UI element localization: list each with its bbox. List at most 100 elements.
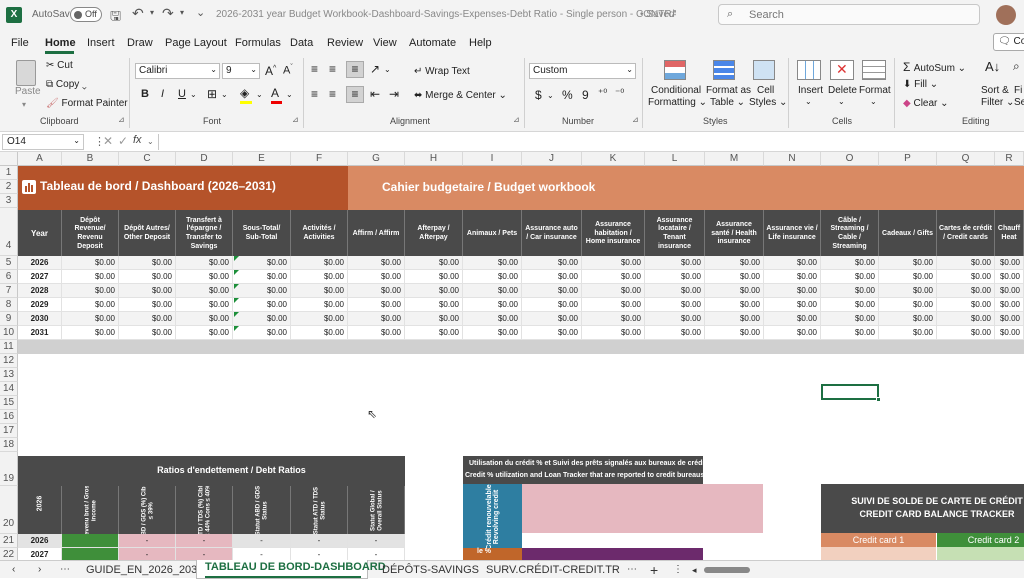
find-select-label2[interactable]: Se — [1014, 97, 1024, 108]
wrap-text-button[interactable]: ↵ Wrap Text — [414, 66, 470, 77]
currency-cell[interactable]: $0.00 — [233, 256, 291, 270]
fill-button[interactable]: ⬇ Fill ⌄ — [903, 79, 938, 90]
column-header[interactable]: D — [176, 152, 233, 166]
font-color-dropdown-icon[interactable]: ⌄ — [286, 90, 293, 99]
ratio-cell[interactable]: - — [291, 534, 348, 548]
currency-cell[interactable]: $0.00 — [62, 298, 119, 312]
currency-cell[interactable]: $0.00 — [821, 270, 879, 284]
conditional-formatting-label[interactable]: Conditional — [651, 85, 701, 96]
undo-dropdown-icon[interactable]: ▾ — [150, 8, 154, 17]
align-right-icon[interactable]: ≡ — [346, 86, 364, 103]
column-header[interactable]: G — [348, 152, 405, 166]
tab-home[interactable]: Home — [45, 37, 76, 49]
currency-cell[interactable]: $0.00 — [937, 284, 995, 298]
insert-cells-icon[interactable] — [797, 60, 821, 80]
ratio-cell[interactable]: - — [233, 534, 291, 548]
currency-cell[interactable]: $0.00 — [821, 312, 879, 326]
currency-cell[interactable]: $0.00 — [879, 298, 937, 312]
tab-help[interactable]: Help — [469, 37, 492, 49]
font-name-dropdown[interactable]: Calibri ⌄ — [135, 63, 220, 79]
format-as-table-label2[interactable]: Table ⌄ — [710, 97, 745, 108]
delete-dropdown-icon[interactable]: ⌄ — [838, 97, 845, 106]
align-bottom-icon[interactable]: ≡ — [346, 61, 364, 78]
column-header[interactable]: K — [582, 152, 645, 166]
currency-cell[interactable]: $0.00 — [62, 270, 119, 284]
currency-cell[interactable]: $0.00 — [705, 270, 764, 284]
currency-cell[interactable]: $0.00 — [937, 298, 995, 312]
currency-cell[interactable]: $0.00 — [463, 284, 522, 298]
row-header[interactable]: 12 — [0, 354, 18, 368]
currency-cell[interactable]: $0.00 — [937, 256, 995, 270]
currency-cell[interactable]: $0.00 — [62, 256, 119, 270]
format-cells-icon[interactable] — [862, 60, 886, 80]
currency-cell[interactable]: $0.00 — [62, 284, 119, 298]
row-header[interactable]: 13 — [0, 368, 18, 382]
row-header[interactable]: 18 — [0, 438, 18, 452]
ratio-cell[interactable] — [62, 534, 119, 548]
row-header[interactable]: 21 — [0, 534, 18, 548]
currency-cell[interactable]: $0.00 — [291, 270, 348, 284]
cancel-icon[interactable]: ✕ — [103, 134, 113, 148]
currency-cell[interactable]: $0.00 — [995, 326, 1024, 340]
redo-icon[interactable]: ↷ — [162, 5, 174, 22]
increase-decimal-icon[interactable]: ⁺⁰ — [598, 88, 607, 99]
currency-cell[interactable]: $0.00 — [995, 284, 1024, 298]
sheet-tab-dashboard-active[interactable]: TABLEAU DE BORD-DASHBOARD — [196, 560, 386, 579]
tab-view[interactable]: View — [373, 37, 397, 49]
sort-filter-icon[interactable]: A↓ — [985, 59, 1000, 74]
align-top-icon[interactable]: ≡ — [311, 62, 318, 76]
select-all-corner[interactable] — [0, 152, 18, 166]
format-as-table-label[interactable]: Format as — [706, 85, 751, 96]
number-launcher-icon[interactable]: ⊿ — [632, 115, 639, 124]
currency-cell[interactable]: $0.00 — [764, 312, 821, 326]
chevron-down-icon[interactable]: ⌄ — [147, 137, 154, 146]
tab-file[interactable]: File — [11, 37, 29, 49]
underline-dropdown-icon[interactable]: ⌄ — [190, 90, 197, 99]
decrease-indent-icon[interactable]: ⇤ — [370, 87, 380, 101]
borders-icon[interactable]: ⊞ — [207, 87, 217, 101]
currency-cell[interactable]: $0.00 — [176, 270, 233, 284]
decrease-decimal-icon[interactable]: ⁻⁰ — [615, 88, 624, 99]
delete-cells-icon[interactable]: ✕ — [830, 60, 854, 80]
ratio-cell[interactable]: - — [176, 548, 233, 560]
row-header[interactable]: 2 — [0, 180, 18, 194]
currency-cell[interactable]: $0.00 — [119, 270, 176, 284]
currency-cell[interactable]: $0.00 — [582, 270, 645, 284]
currency-cell[interactable]: $0.00 — [645, 284, 705, 298]
currency-cell[interactable]: $0.00 — [522, 256, 582, 270]
currency-cell[interactable]: $0.00 — [995, 256, 1024, 270]
currency-cell[interactable]: $0.00 — [176, 256, 233, 270]
currency-cell[interactable]: $0.00 — [348, 256, 405, 270]
font-launcher-icon[interactable]: ⊿ — [292, 115, 299, 124]
currency-cell[interactable]: $0.00 — [291, 312, 348, 326]
column-header[interactable]: A — [18, 152, 62, 166]
comments-button[interactable]: 🗨 Co — [993, 33, 1024, 51]
sheet-tab-guide[interactable]: GUIDE_EN_2026_2031 — [86, 562, 203, 578]
column-header[interactable]: H — [405, 152, 463, 166]
currency-cell[interactable]: $0.00 — [405, 284, 463, 298]
row-header[interactable]: 22 — [0, 548, 18, 560]
borders-dropdown-icon[interactable]: ⌄ — [221, 90, 228, 99]
save-icon[interactable]: 🖫 — [110, 7, 121, 29]
fill-color-icon[interactable]: ◈ — [240, 86, 252, 104]
row-header[interactable]: 10 — [0, 326, 18, 340]
column-header[interactable]: M — [705, 152, 764, 166]
underline-button[interactable]: U — [178, 88, 186, 100]
currency-cell[interactable]: $0.00 — [705, 256, 764, 270]
percent-button[interactable]: % — [562, 88, 573, 102]
column-header[interactable]: J — [522, 152, 582, 166]
currency-cell[interactable]: $0.00 — [463, 312, 522, 326]
sort-filter-label2[interactable]: Filter ⌄ — [981, 97, 1014, 108]
ratio-cell[interactable]: - — [176, 534, 233, 548]
horizontal-scrollbar-track[interactable] — [704, 569, 1014, 571]
row-header[interactable]: 17 — [0, 424, 18, 438]
conditional-formatting-label2[interactable]: Formatting ⌄ — [648, 97, 707, 108]
sort-filter-label[interactable]: Sort & — [981, 85, 1009, 96]
ratio-cell[interactable]: - — [348, 534, 405, 548]
currency-cell[interactable]: $0.00 — [582, 284, 645, 298]
spreadsheet-grid[interactable]: ABCDEFGHIJKLMNOPQR 1 2 3 4 5 6 7 8 9 10 11 12 13 14 15… — [0, 152, 1024, 560]
ratio-cell[interactable]: - — [119, 548, 176, 560]
currency-cell[interactable]: $0.00 — [176, 284, 233, 298]
currency-dropdown-icon[interactable]: ⌄ — [547, 91, 554, 100]
more-sheets-icon[interactable]: ⋯ — [60, 562, 70, 578]
